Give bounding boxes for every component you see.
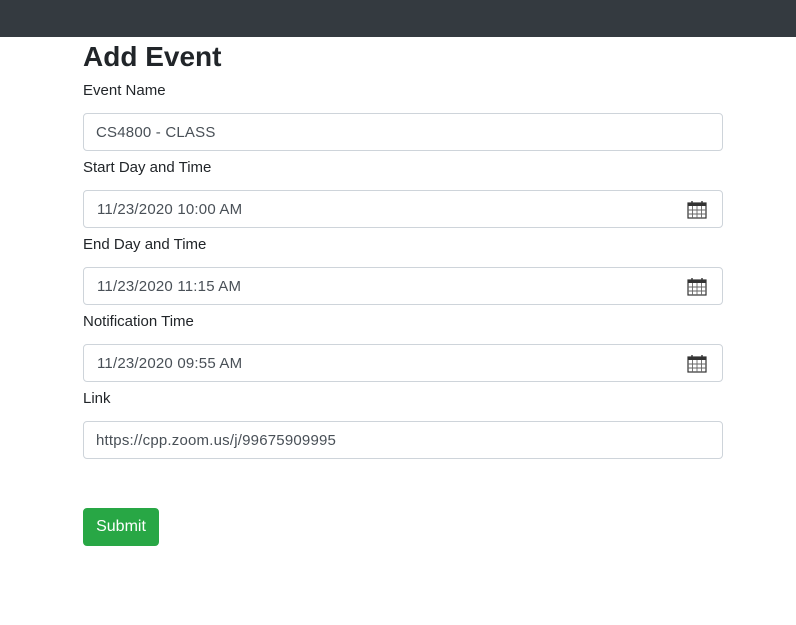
link-group: Link https://cpp.zoom.us/j/99675909995 xyxy=(83,390,723,459)
calendar-icon[interactable] xyxy=(687,200,707,219)
end-datetime-group: End Day and Time 11/23/2020 11:15 AM xyxy=(83,236,723,305)
link-value: https://cpp.zoom.us/j/99675909995 xyxy=(96,431,337,449)
link-input[interactable]: https://cpp.zoom.us/j/99675909995 xyxy=(83,421,723,459)
calendar-icon[interactable] xyxy=(687,277,707,296)
end-datetime-label: End Day and Time xyxy=(83,236,207,253)
event-name-value: CS4800 - CLASS xyxy=(96,123,216,141)
calendar-icon[interactable] xyxy=(687,354,707,373)
event-name-group: Event Name CS4800 - CLASS xyxy=(83,82,723,151)
end-datetime-value: 11/23/2020 11:15 AM xyxy=(97,277,242,295)
event-name-input[interactable]: CS4800 - CLASS xyxy=(83,113,723,151)
start-datetime-value: 11/23/2020 10:00 AM xyxy=(97,200,243,218)
navbar xyxy=(0,0,796,37)
notification-time-label: Notification Time xyxy=(83,313,194,330)
start-datetime-label: Start Day and Time xyxy=(83,159,212,176)
add-event-form: Add Event Event Name CS4800 - CLASS Star… xyxy=(83,37,723,459)
notification-time-value: 11/23/2020 09:55 AM xyxy=(97,354,243,372)
page-title: Add Event xyxy=(83,41,222,72)
event-name-label: Event Name xyxy=(83,82,166,99)
link-label: Link xyxy=(83,390,111,407)
submit-button[interactable]: Submit xyxy=(83,508,159,546)
notification-time-input[interactable]: 11/23/2020 09:55 AM xyxy=(83,344,723,382)
notification-time-group: Notification Time 11/23/2020 09:55 AM xyxy=(83,313,723,382)
start-datetime-input[interactable]: 11/23/2020 10:00 AM xyxy=(83,190,723,228)
start-datetime-group: Start Day and Time 11/23/2020 10:00 AM xyxy=(83,159,723,228)
end-datetime-input[interactable]: 11/23/2020 11:15 AM xyxy=(83,267,723,305)
